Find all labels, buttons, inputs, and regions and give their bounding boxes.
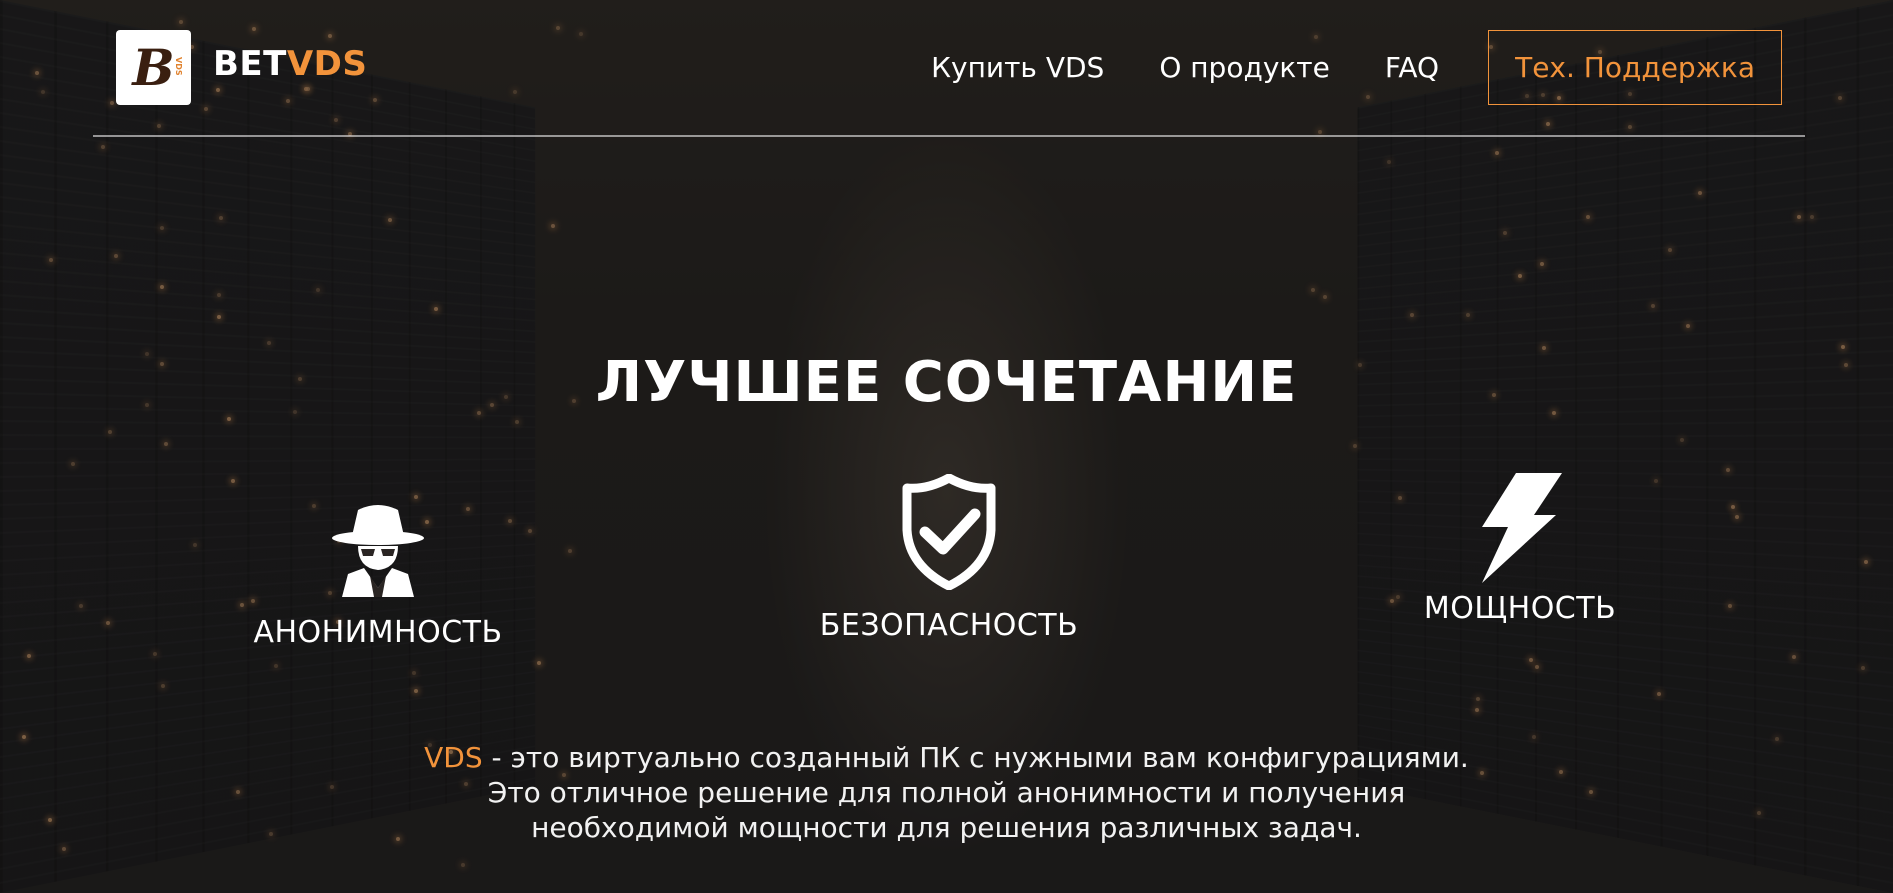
feature-security: БЕЗОПАСНОСТЬ (789, 474, 1109, 643)
feature-label: АНОНИМНОСТЬ (253, 615, 503, 650)
brand-name-part2: VDS (286, 44, 368, 84)
hero-description: VDS - это виртуально созданный ПК с нужн… (0, 740, 1893, 845)
spy-icon (218, 492, 538, 597)
shield-check-icon (789, 474, 1109, 590)
feature-label: БЕЗОПАСНОСТЬ (819, 608, 1079, 643)
lightning-icon (1360, 473, 1680, 583)
description-accent: VDS (424, 741, 483, 774)
feature-power: МОЩНОСТЬ (1360, 473, 1680, 626)
logo[interactable]: B VDS (116, 30, 191, 105)
brand-name-part1: BET (213, 44, 287, 84)
description-line-2: Это отличное решение для полной анонимно… (487, 776, 1406, 809)
hero-title: ЛУЧШЕЕ СОЧЕТАНИЕ (595, 350, 1298, 415)
site-header: B VDS BETVDS Купить VDS О продукте FAQ Т… (93, 0, 1805, 137)
description-line-3: необходимой мощности для решения различн… (531, 811, 1362, 844)
brand-name[interactable]: BETVDS (213, 44, 367, 84)
logo-tag: VDS (174, 57, 183, 76)
logo-letter: B (132, 37, 175, 97)
description-line-1: VDS - это виртуально созданный ПК с нужн… (0, 740, 1893, 775)
nav-buy-vds[interactable]: Купить VDS (931, 51, 1104, 84)
nav-about-product[interactable]: О продукте (1159, 51, 1330, 84)
tech-support-button[interactable]: Тех. Поддержка (1488, 30, 1782, 105)
description-text-1: - это виртуально созданный ПК с нужными … (482, 741, 1469, 774)
feature-anonymity: АНОНИМНОСТЬ (218, 492, 538, 650)
feature-label: МОЩНОСТЬ (1423, 591, 1617, 626)
nav-faq[interactable]: FAQ (1385, 51, 1439, 84)
main-nav: Купить VDS О продукте FAQ Тех. Поддержка (931, 30, 1805, 105)
